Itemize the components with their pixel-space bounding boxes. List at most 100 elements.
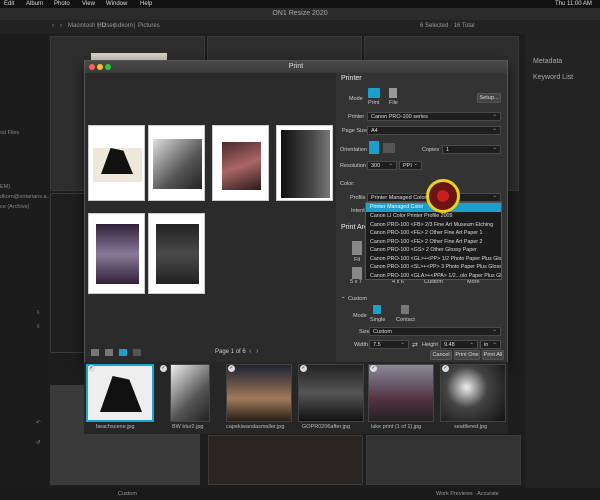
grid-photo[interactable] <box>208 435 363 485</box>
forward-icon[interactable]: › <box>60 23 62 29</box>
single-layout-label: Single <box>370 317 386 323</box>
single-layout-icon[interactable] <box>373 305 381 314</box>
resolution-input[interactable]: 300 <box>367 161 397 170</box>
profile-option[interactable]: Canon LI Color Printer Profile 2009 <box>366 212 501 221</box>
checkmark-icon[interactable]: ✓ <box>160 365 167 372</box>
contact-layout-icon[interactable] <box>401 305 409 314</box>
preview-mode-status[interactable]: Work Previews · Accurate <box>436 491 499 497</box>
filmstrip-filename: lake print (1 of 1).jpg <box>371 424 422 430</box>
view-grid-icon[interactable] <box>119 349 127 356</box>
menubar-clock: Thu 11:00 AM <box>555 1 592 7</box>
preview-page[interactable] <box>88 125 145 201</box>
profile-option[interactable]: Canon PRO-100 <FE> 2 Other Fine Art Pape… <box>366 229 501 238</box>
view-contact-icon[interactable] <box>133 349 141 356</box>
filmstrip-thumb[interactable] <box>440 364 506 422</box>
fit-icon[interactable] <box>352 241 362 255</box>
view-mode-select[interactable]: Custom <box>118 491 137 497</box>
print-one-button[interactable]: Print One <box>454 350 480 360</box>
filmstrip: ✓ beachscene.jpg ✓ BW blur2.jpg ✓ capeki… <box>84 362 508 434</box>
tool-icon[interactable]: ↺ <box>36 440 41 446</box>
unit-select[interactable]: in <box>480 340 501 349</box>
print-all-button[interactable]: Print All <box>482 350 504 360</box>
profile-option[interactable]: Canon PRO-100 <GS> 2 Other Glossy Paper <box>366 246 501 255</box>
checkmark-icon[interactable]: ✓ <box>88 365 95 372</box>
mode-file-label[interactable]: File <box>389 100 398 106</box>
zoom-icon[interactable] <box>105 64 111 70</box>
breadcrumb-3[interactable]: Pictures <box>138 23 160 29</box>
file-icon[interactable] <box>389 88 397 98</box>
size-5x7-icon[interactable] <box>352 267 362 279</box>
app-title: ON1 Resize 2020 <box>272 10 328 17</box>
color-label: Color: <box>340 181 355 187</box>
landscape-icon[interactable] <box>383 143 395 153</box>
preview-photo <box>281 130 330 198</box>
custom-section-heading[interactable]: Custom <box>348 296 367 302</box>
cancel-button[interactable]: Cancel <box>430 350 452 360</box>
size-select[interactable]: Custom <box>369 327 501 336</box>
preview-page[interactable] <box>212 125 269 201</box>
sidebar-item[interactable]: EM) <box>0 184 10 190</box>
preview-page[interactable] <box>148 125 205 201</box>
menu-help[interactable]: Help <box>140 0 152 8</box>
close-icon[interactable] <box>89 64 95 70</box>
menu-album[interactable]: Album <box>26 0 43 8</box>
view-single-icon[interactable] <box>91 349 99 356</box>
height-input[interactable]: 9.48 <box>440 340 478 349</box>
link-dimensions-icon[interactable]: ⇄ <box>412 341 418 349</box>
breadcrumb-2[interactable]: dkorn <box>118 23 133 29</box>
resolution-unit-select[interactable]: PPI <box>399 161 422 170</box>
printer-select[interactable]: Canon PRO-100 series <box>367 112 501 121</box>
filmstrip-thumb[interactable] <box>170 364 210 422</box>
profile-option[interactable]: Canon PRO-100 <FE> 2 Other Fine Art Pape… <box>366 238 501 247</box>
sidebar-item[interactable]: dkorn@ontarians.a... <box>0 194 51 200</box>
filmstrip-thumb[interactable] <box>86 364 154 422</box>
profile-dropdown-menu: Printer Managed Color Canon LI Color Pri… <box>365 202 502 280</box>
import-icon[interactable]: ⇩ <box>36 310 41 316</box>
width-input[interactable]: 7.5 <box>369 340 409 349</box>
printer-icon[interactable] <box>368 88 380 98</box>
profile-option[interactable]: Canon PRO-100 <SL>+<PP> 3 Photo Paper Pl… <box>366 263 501 272</box>
next-page-icon[interactable]: › <box>256 348 258 355</box>
filmstrip-thumb[interactable] <box>298 364 364 422</box>
checkmark-icon[interactable]: ✓ <box>300 365 307 372</box>
bottom-status-bar: Custom Work Previews · Accurate <box>0 488 600 500</box>
prev-page-icon[interactable]: ‹ <box>249 348 251 355</box>
mode-print-label[interactable]: Print <box>368 100 379 106</box>
menu-photo[interactable]: Photo <box>54 0 70 8</box>
menu-edit[interactable]: Edit <box>4 0 14 8</box>
printer-section-heading[interactable]: Printer <box>341 75 362 82</box>
menu-window[interactable]: Window <box>106 0 127 8</box>
portrait-icon[interactable] <box>369 141 379 154</box>
profile-option[interactable]: Canon PRO-100 <GL>+<PP> 1/2 Photo Paper … <box>366 255 501 264</box>
grid-photo[interactable] <box>366 435 521 485</box>
minimize-icon[interactable] <box>97 64 103 70</box>
tool-icon[interactable]: ↶ <box>36 420 41 426</box>
checkmark-icon[interactable]: ✓ <box>370 365 377 372</box>
checkmark-icon[interactable]: ✓ <box>442 365 449 372</box>
profile-option[interactable]: Canon PRO-100 <FB> 2/3 Fine Art Museum E… <box>366 221 501 230</box>
sidebar-item[interactable]: od Files <box>0 130 19 136</box>
menu-view[interactable]: View <box>82 0 95 8</box>
back-icon[interactable]: ‹ <box>52 23 54 29</box>
page-size-select[interactable]: A4 <box>367 126 501 135</box>
checkmark-icon[interactable]: ✓ <box>228 365 235 372</box>
preview-page[interactable] <box>276 125 333 201</box>
keyword-list-heading[interactable]: Keyword List <box>533 74 573 81</box>
profile-option[interactable]: Canon PRO-100 <GLA>+<PPA> 1/2...olo Pape… <box>366 272 501 281</box>
preview-page[interactable] <box>88 213 145 294</box>
orientation-label: Orientation <box>340 147 367 153</box>
sidebar-item[interactable]: ce (Archive) <box>0 204 29 210</box>
copies-stepper[interactable]: 1 <box>442 145 501 154</box>
breadcrumb-0[interactable]: Macintosh HD <box>68 23 106 29</box>
chevron-down-icon[interactable]: ⌄ <box>341 294 346 300</box>
setup-button[interactable]: Setup... <box>477 93 501 103</box>
preview-page[interactable] <box>148 213 205 294</box>
filmstrip-thumb[interactable] <box>226 364 292 422</box>
layout-mode-label: Mode <box>353 313 367 319</box>
filmstrip-thumb[interactable] <box>368 364 434 422</box>
print-area-heading[interactable]: Print Are <box>341 224 368 231</box>
view-double-icon[interactable] <box>105 349 113 356</box>
export-icon[interactable]: ⇩ <box>36 324 41 330</box>
rock-silhouette <box>100 376 142 412</box>
metadata-heading[interactable]: Metadata <box>533 58 562 65</box>
